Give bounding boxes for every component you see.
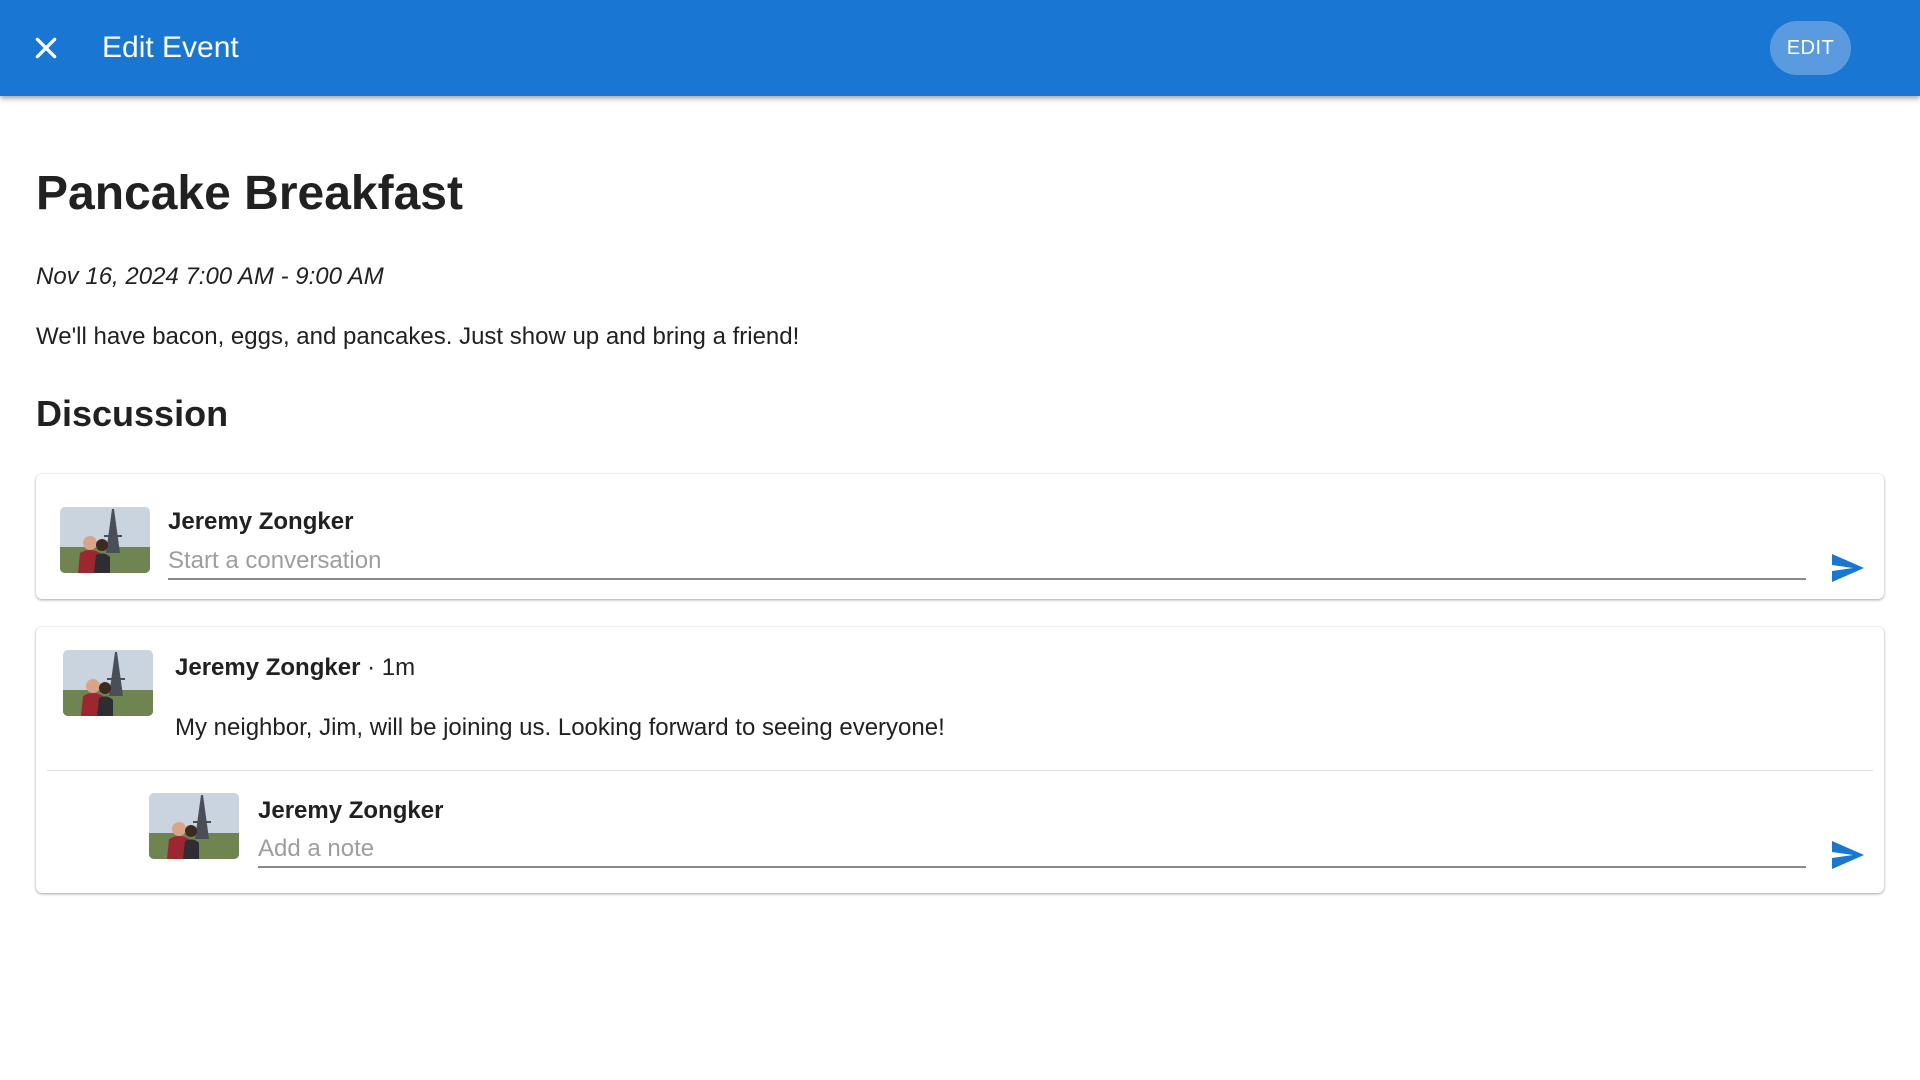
divider — [47, 770, 1873, 771]
comment-text: My neighbor, Jim, will be joining us. Lo… — [175, 714, 945, 741]
send-conversation-button[interactable] — [1828, 548, 1868, 588]
comment-header: Jeremy Zongker · 1m — [175, 653, 415, 683]
edit-button[interactable]: EDIT — [1770, 21, 1851, 75]
comment-separator: · — [367, 654, 376, 681]
avatar — [149, 793, 239, 859]
discussion-heading: Discussion — [36, 393, 229, 434]
event-description: We'll have bacon, eggs, and pancakes. Ju… — [36, 323, 800, 350]
avatar — [63, 650, 153, 716]
page-title: Edit Event — [102, 31, 239, 64]
app-bar: Edit Event EDIT — [0, 0, 1920, 96]
comment-author: Jeremy Zongker — [168, 508, 354, 535]
new-conversation-card: Jeremy Zongker — [36, 474, 1884, 599]
conversation-input[interactable] — [168, 544, 1806, 578]
avatar — [60, 507, 150, 573]
event-datetime: Nov 16, 2024 7:00 AM - 9:00 AM — [36, 263, 384, 290]
close-icon — [35, 37, 57, 59]
comment-author: Jeremy Zongker — [175, 654, 361, 681]
reply-author: Jeremy Zongker — [258, 797, 444, 824]
comment-timestamp: 1m — [381, 654, 416, 681]
send-note-button[interactable] — [1828, 835, 1868, 875]
event-title: Pancake Breakfast — [36, 167, 463, 220]
note-input[interactable] — [258, 832, 1806, 866]
note-input-field — [258, 832, 1806, 868]
avatar-photo — [60, 507, 150, 573]
send-icon — [1832, 841, 1864, 869]
conversation-thread-card: Jeremy Zongker · 1m My neighbor, Jim, wi… — [36, 627, 1884, 893]
avatar-photo — [63, 650, 153, 716]
send-icon — [1832, 554, 1864, 582]
close-button[interactable] — [22, 24, 70, 72]
conversation-input-field — [168, 544, 1806, 580]
avatar-photo — [149, 793, 239, 859]
